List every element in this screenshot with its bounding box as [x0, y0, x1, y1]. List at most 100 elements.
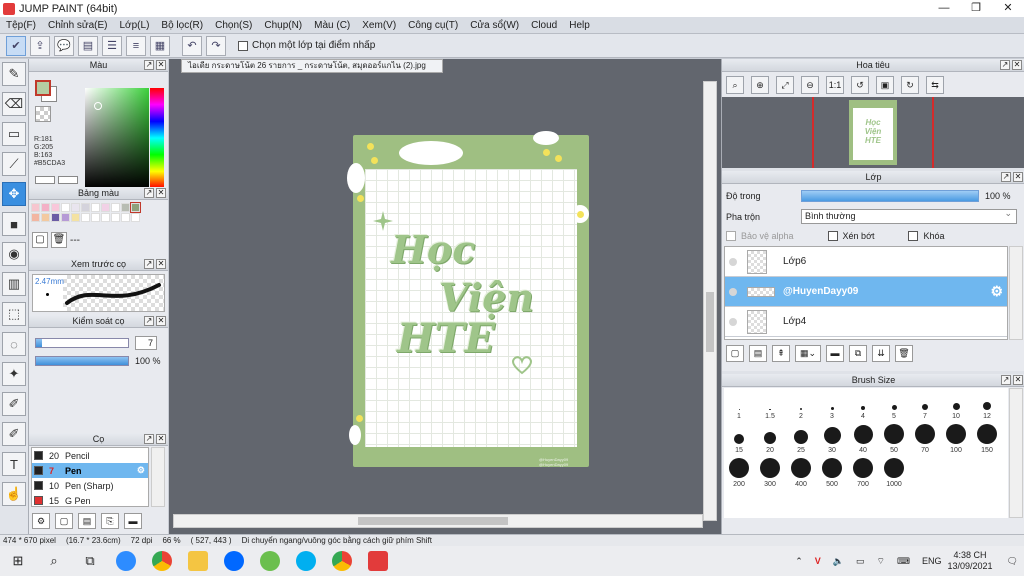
panel-close-icon[interactable]: ✕	[156, 434, 166, 444]
panel-float-icon[interactable]: ↗	[144, 434, 154, 444]
hue-slider[interactable]	[150, 88, 164, 188]
transparent-swatch[interactable]	[35, 106, 51, 122]
canvas-vertical-scrollbar[interactable]	[703, 81, 717, 521]
bucket-tool-icon[interactable]: ◉	[2, 242, 26, 266]
palette-swatch[interactable]	[71, 203, 80, 212]
new-raster-layer-icon[interactable]: ▤	[749, 345, 767, 362]
rotate-reset-icon[interactable]: ▣	[876, 75, 894, 94]
new-text-layer-icon[interactable]: ⇞	[772, 345, 790, 362]
redo-icon[interactable]: ↷	[206, 35, 226, 56]
skype-icon[interactable]	[288, 546, 324, 576]
panel-close-icon[interactable]: ✕	[156, 60, 166, 70]
palette-swatch[interactable]	[121, 203, 130, 212]
fill-rect-tool-icon[interactable]: ■	[2, 212, 26, 236]
menu-capture[interactable]: Chụp(N)	[258, 20, 308, 31]
panel-float-icon[interactable]: ↗	[1001, 172, 1011, 182]
menu-filter[interactable]: Bộ lọc(R)	[155, 20, 209, 31]
delete-palette-icon[interactable]: 🗑	[51, 232, 67, 248]
eraser-tool-icon[interactable]: ⌫	[2, 92, 26, 116]
gear-icon[interactable]: ⚙	[137, 465, 145, 476]
brush-size-value[interactable]: 7	[135, 336, 157, 350]
antivirus-icon[interactable]: V	[815, 556, 821, 566]
palette-swatch[interactable]	[31, 203, 40, 212]
clip-checkbox[interactable]: Xén bớt	[827, 231, 874, 241]
color-mode-button[interactable]	[35, 176, 55, 184]
brush-size-option[interactable]: 100	[941, 422, 971, 456]
checkbox-box[interactable]	[908, 231, 919, 241]
panel-close-icon[interactable]: ✕	[1013, 172, 1023, 182]
gear-icon[interactable]: ⚙	[990, 283, 1003, 300]
chrome-profile-icon[interactable]	[324, 546, 360, 576]
menu-view[interactable]: Xem(V)	[356, 20, 402, 31]
brush-item-pencil[interactable]: 20 Pencil	[32, 448, 148, 463]
brush-size-option[interactable]: 400	[786, 456, 816, 490]
magic-wand-icon[interactable]: ✦	[2, 362, 26, 386]
panel-float-icon[interactable]: ↗	[144, 188, 154, 198]
panel-close-icon[interactable]: ✕	[156, 259, 166, 269]
brush-size-option[interactable]: 20	[755, 422, 785, 456]
clock[interactable]: 4:38 CH 13/09/2021	[948, 550, 993, 572]
rotate-right-icon[interactable]: ↻	[901, 75, 919, 94]
layer-opacity-slider[interactable]	[801, 190, 979, 202]
menu-edit[interactable]: Chỉnh sửa(E)	[42, 20, 114, 31]
move-tool-icon[interactable]: ✥	[2, 182, 26, 206]
palette-swatch[interactable]	[111, 203, 120, 212]
scroll-thumb[interactable]	[706, 292, 714, 352]
palette-swatch[interactable]	[130, 202, 141, 213]
tray-chevron-icon[interactable]: ⌃	[795, 556, 803, 567]
brush-folder-icon[interactable]: ▬	[124, 513, 142, 529]
protect-alpha-checkbox[interactable]: Bảo vệ alpha	[726, 231, 794, 241]
palette-swatch[interactable]	[81, 203, 90, 212]
brush-size-option[interactable]: 2	[786, 388, 816, 422]
palette-swatch[interactable]	[111, 213, 120, 222]
rectangle-tool-icon[interactable]: ▭	[2, 122, 26, 146]
merge-layer-icon[interactable]: ⇊	[872, 345, 890, 362]
brush-size-scrollbar[interactable]	[1009, 388, 1023, 518]
duplicate-layer-icon[interactable]: ⧉	[849, 345, 867, 362]
rect-select-icon[interactable]: ⬚	[2, 302, 26, 326]
scroll-thumb[interactable]	[358, 517, 508, 525]
layer-row[interactable]: Lớp4	[725, 307, 1007, 337]
brush-size-option[interactable]: 150	[972, 422, 1002, 456]
close-button[interactable]: ✕	[992, 0, 1024, 17]
brush-size-option[interactable]: 300	[755, 456, 785, 490]
select-eraser-icon[interactable]: ✐	[2, 422, 26, 446]
zoom-out-icon[interactable]: ⊖	[801, 75, 819, 94]
picker-cursor[interactable]	[94, 102, 102, 110]
foreground-color-swatch[interactable]	[35, 80, 51, 96]
line-tool-icon[interactable]: ⟋	[2, 152, 26, 176]
brush-size-option[interactable]: 10	[941, 388, 971, 422]
palette-swatch[interactable]	[61, 213, 70, 222]
hand-tool-icon[interactable]: ☝	[2, 482, 26, 506]
menu-file[interactable]: Tệp(F)	[0, 20, 42, 31]
brush-item-pen[interactable]: 7 Pen ⚙	[32, 463, 148, 478]
keyboard-icon[interactable]: ⌨	[897, 556, 910, 567]
layer-list-scrollbar[interactable]	[1009, 246, 1023, 340]
layer-row[interactable]: @HuyenDayy09 ⚙	[725, 277, 1007, 307]
brush-size-option[interactable]: 7	[910, 388, 940, 422]
brush-menu-icon[interactable]: ▤	[78, 513, 96, 529]
network-icon[interactable]: ⌔	[877, 556, 885, 567]
rotate-left-icon[interactable]: ↺	[851, 75, 869, 94]
brush-size-option[interactable]: 3	[817, 388, 847, 422]
chrome-icon[interactable]	[144, 546, 180, 576]
checkbox-box[interactable]	[238, 40, 248, 51]
new-layer-icon[interactable]: ▢	[726, 345, 744, 362]
palette-swatch[interactable]	[121, 213, 130, 222]
palette-swatch[interactable]	[51, 203, 60, 212]
brush-size-option[interactable]: 200	[724, 456, 754, 490]
panel-close-icon[interactable]: ✕	[1012, 60, 1022, 70]
palette-swatch[interactable]	[81, 213, 90, 222]
gradient-tool-icon[interactable]: ▥	[2, 272, 26, 296]
brush-size-option[interactable]: 15	[724, 422, 754, 456]
palette-swatch[interactable]	[41, 203, 50, 212]
brush-size-option[interactable]: 1.5	[755, 388, 785, 422]
battery-icon[interactable]: ▭	[856, 556, 865, 567]
windows-start-icon[interactable]: ⊞	[0, 546, 36, 576]
palette-more[interactable]: ---	[70, 235, 80, 246]
brush-item-pen-sharp[interactable]: 10 Pen (Sharp)	[32, 478, 148, 493]
zoom-in-icon[interactable]: ⊕	[751, 75, 769, 94]
text-tool-icon[interactable]: T	[2, 452, 26, 476]
brush-size-option[interactable]: 12	[972, 388, 1002, 422]
panel-float-icon[interactable]: ↗	[144, 316, 154, 326]
